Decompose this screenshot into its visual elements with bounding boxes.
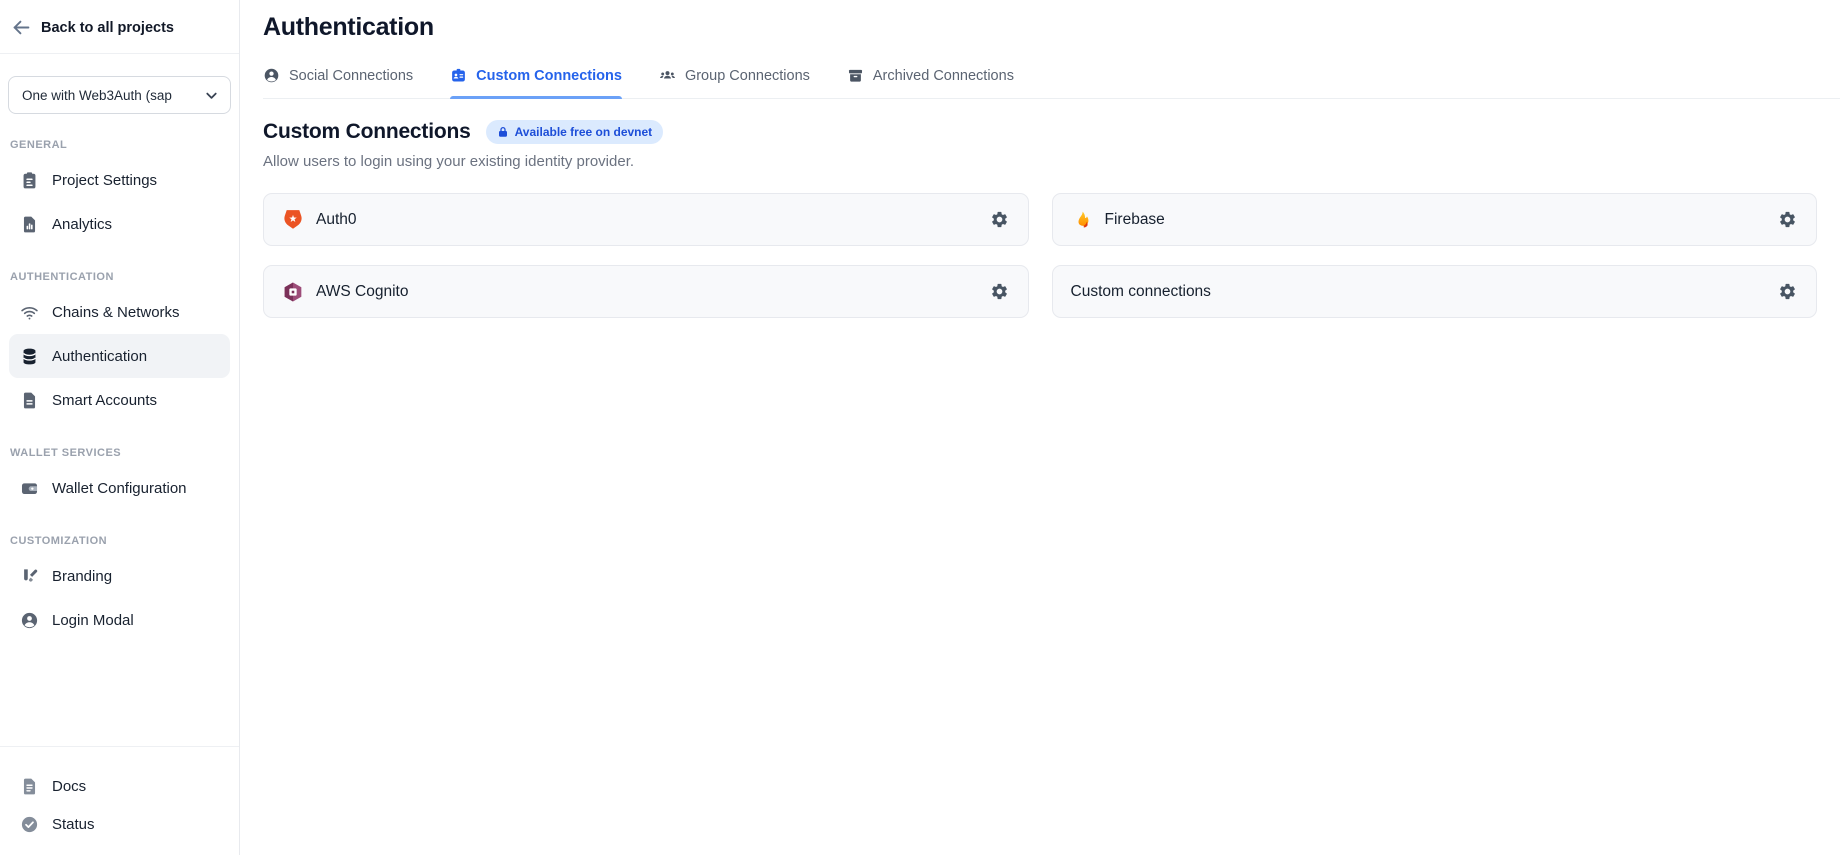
connection-label: Auth0	[316, 211, 357, 229]
sidebar-section-customization: CUSTOMIZATION	[10, 535, 239, 547]
tab-label: Group Connections	[685, 68, 810, 84]
lock-icon	[497, 126, 509, 138]
wallet-icon	[20, 479, 39, 498]
back-label: Back to all projects	[41, 20, 174, 36]
badge-label: Available free on devnet	[515, 125, 653, 139]
card-left: Firebase	[1071, 209, 1777, 231]
page-title: Authentication	[263, 13, 1817, 42]
sidebar-section-wallet-services: WALLET SERVICES	[10, 447, 239, 459]
chevron-down-icon	[204, 88, 219, 103]
sidebar-item-label: Branding	[52, 568, 112, 585]
project-selector-dropdown[interactable]: One with Web3Auth (sap	[8, 76, 231, 114]
settings-gear-button[interactable]	[988, 280, 1011, 303]
sidebar-item-chains-networks[interactable]: Chains & Networks	[9, 290, 230, 334]
tab-label: Custom Connections	[476, 68, 622, 84]
sidebar: Back to all projects One with Web3Auth (…	[0, 0, 240, 855]
card-left: AWS Cognito	[282, 281, 988, 303]
sidebar-item-label: Wallet Configuration	[52, 480, 187, 497]
sidebar-item-login-modal[interactable]: Login Modal	[9, 598, 230, 642]
sidebar-item-project-settings[interactable]: Project Settings	[9, 158, 230, 202]
gear-icon	[1778, 282, 1797, 301]
users-icon	[659, 67, 676, 84]
user-circle-icon	[20, 611, 39, 630]
sidebar-section-general: GENERAL	[10, 139, 239, 151]
sidebar-item-label: Authentication	[52, 348, 147, 365]
settings-gear-button[interactable]	[1776, 280, 1799, 303]
sidebar-item-label: Project Settings	[52, 172, 157, 189]
wifi-icon	[20, 303, 39, 322]
card-left: Custom connections	[1071, 283, 1777, 301]
sidebar-section-authentication: AUTHENTICATION	[10, 271, 239, 283]
document-icon	[20, 391, 39, 410]
tab-social-connections[interactable]: Social Connections	[263, 67, 413, 98]
database-icon	[20, 347, 39, 366]
gear-icon	[990, 210, 1009, 229]
sidebar-item-label: Analytics	[52, 216, 112, 233]
aws-cognito-icon	[282, 281, 304, 303]
gear-icon	[1778, 210, 1797, 229]
settings-gear-button[interactable]	[1776, 208, 1799, 231]
section-header: Custom Connections Available free on dev…	[263, 120, 1817, 144]
gear-icon	[990, 282, 1009, 301]
connection-card-aws-cognito: AWS Cognito	[263, 265, 1029, 318]
devnet-badge: Available free on devnet	[486, 120, 664, 144]
sidebar-item-label: Smart Accounts	[52, 392, 157, 409]
sidebar-item-smart-accounts[interactable]: Smart Accounts	[9, 378, 230, 422]
analytics-icon	[20, 215, 39, 234]
connection-card-auth0: Auth0	[263, 193, 1029, 246]
user-circle-icon	[263, 67, 280, 84]
settings-gear-button[interactable]	[988, 208, 1011, 231]
main-content: Authentication Social Connections Custom…	[240, 0, 1840, 855]
connections-grid: Auth0 Firebase	[263, 193, 1817, 318]
sidebar-item-label: Chains & Networks	[52, 304, 180, 321]
archive-icon	[847, 67, 864, 84]
tab-bar: Social Connections Custom Connections Gr…	[263, 67, 1840, 99]
sidebar-item-authentication[interactable]: Authentication	[9, 334, 230, 378]
tab-archived-connections[interactable]: Archived Connections	[847, 67, 1014, 98]
check-circle-icon	[20, 815, 39, 834]
paintbrush-icon	[20, 567, 39, 586]
connection-label: Firebase	[1105, 211, 1165, 229]
tab-group-connections[interactable]: Group Connections	[659, 67, 810, 98]
connection-card-firebase: Firebase	[1052, 193, 1818, 246]
document-icon	[20, 777, 39, 796]
tab-label: Social Connections	[289, 68, 413, 84]
auth0-icon	[282, 209, 304, 231]
sidebar-item-wallet-configuration[interactable]: Wallet Configuration	[9, 466, 230, 510]
connection-label: Custom connections	[1071, 283, 1211, 301]
clipboard-icon	[20, 171, 39, 190]
section-description: Allow users to login using your existing…	[263, 153, 1817, 170]
tab-custom-connections[interactable]: Custom Connections	[450, 67, 622, 98]
sidebar-item-label: Status	[52, 816, 95, 833]
back-to-projects-link[interactable]: Back to all projects	[0, 0, 239, 54]
sidebar-item-analytics[interactable]: Analytics	[9, 202, 230, 246]
app-window: Back to all projects One with Web3Auth (…	[0, 0, 1840, 855]
sidebar-item-branding[interactable]: Branding	[9, 554, 230, 598]
sidebar-item-label: Login Modal	[52, 612, 134, 629]
sidebar-item-status[interactable]: Status	[9, 805, 230, 843]
project-selector-value: One with Web3Auth (sap	[22, 88, 172, 103]
section-title: Custom Connections	[263, 120, 471, 144]
tab-label: Archived Connections	[873, 68, 1014, 84]
id-badge-icon	[450, 67, 467, 84]
connection-label: AWS Cognito	[316, 283, 408, 301]
sidebar-footer: Docs Status	[0, 746, 239, 855]
sidebar-item-label: Docs	[52, 778, 86, 795]
sidebar-item-docs[interactable]: Docs	[9, 767, 230, 805]
arrow-left-icon	[13, 19, 30, 36]
connection-card-custom: Custom connections	[1052, 265, 1818, 318]
card-left: Auth0	[282, 209, 988, 231]
firebase-icon	[1071, 209, 1093, 231]
